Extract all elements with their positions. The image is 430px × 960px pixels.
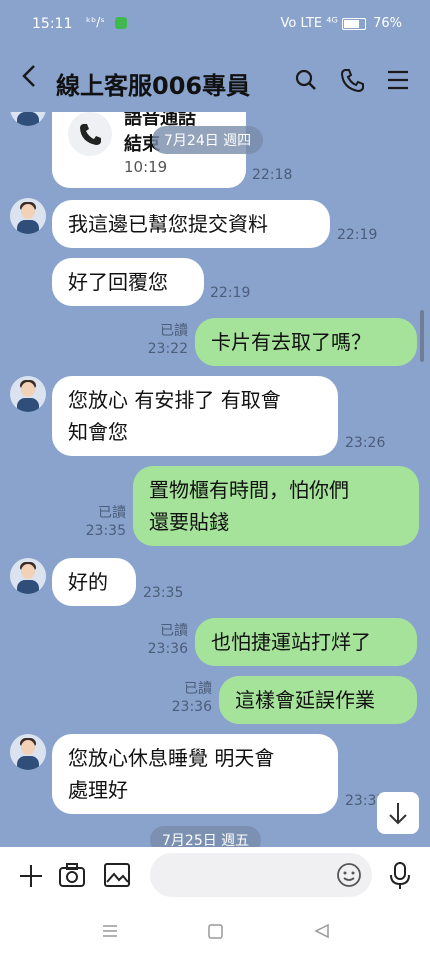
message-input[interactable] bbox=[150, 853, 372, 897]
scrollbar[interactable] bbox=[420, 310, 424, 362]
chevron-down-icon bbox=[389, 803, 407, 825]
message-time: 22:19 bbox=[337, 227, 378, 243]
avatar[interactable] bbox=[10, 198, 46, 234]
menu-icon[interactable] bbox=[384, 66, 412, 94]
network-speed-icon: ᵏᵇ/ˢ bbox=[86, 15, 105, 29]
message-line: 您放心休息睡覺 明天會 bbox=[68, 746, 275, 770]
avatar[interactable] bbox=[10, 558, 46, 594]
message-meta: 已讀 23:36 bbox=[142, 622, 188, 658]
message-time: 23:22 bbox=[147, 341, 188, 357]
plus-icon[interactable] bbox=[18, 863, 44, 893]
message-time: 23:35 bbox=[143, 585, 184, 601]
recents-icon[interactable] bbox=[102, 923, 118, 944]
message-line: 知會您 bbox=[68, 420, 128, 444]
status-time: 15:11 bbox=[32, 16, 73, 32]
home-icon[interactable] bbox=[208, 924, 224, 945]
system-nav-bar bbox=[0, 907, 430, 960]
back-chevron-icon[interactable] bbox=[20, 62, 38, 97]
scroll-down-button[interactable] bbox=[377, 792, 419, 834]
read-receipt: 已讀 bbox=[160, 623, 188, 639]
battery-icon bbox=[341, 17, 366, 30]
input-bar bbox=[0, 847, 430, 907]
message-time: 23:36 bbox=[171, 699, 212, 715]
emoji-icon[interactable] bbox=[336, 862, 362, 892]
status-bar: 15:11 ᵏᵇ/ˢ Vo LTE ⁴ᴳ 76% bbox=[0, 0, 430, 48]
avatar[interactable] bbox=[10, 112, 46, 126]
chat-header: 線上客服006專員 bbox=[0, 48, 430, 112]
message-time: 23:36 bbox=[147, 641, 188, 657]
message-line: 置物櫃有時間，怕你們 bbox=[149, 478, 349, 502]
avatar[interactable] bbox=[10, 376, 46, 412]
image-icon[interactable] bbox=[103, 862, 131, 892]
date-pill: 7月25日 週五 bbox=[150, 826, 262, 847]
message-bubble[interactable]: 您放心休息睡覺 明天會 處理好 bbox=[52, 734, 338, 814]
chat-title: 線上客服006專員 bbox=[56, 72, 251, 100]
read-receipt: 已讀 bbox=[184, 681, 212, 697]
message-bubble[interactable]: 這樣會延誤作業 bbox=[219, 676, 417, 724]
message-meta: 已讀 23:22 bbox=[142, 322, 188, 358]
message-time: 23:26 bbox=[345, 435, 386, 451]
message-bubble[interactable]: 也怕捷運站打烊了 bbox=[195, 618, 417, 666]
read-receipt: 已讀 bbox=[98, 505, 126, 521]
avatar[interactable] bbox=[10, 734, 46, 770]
message-bubble[interactable]: 卡片有去取了嗎？ bbox=[195, 318, 417, 366]
message-bubble[interactable]: 好的 bbox=[52, 558, 136, 606]
search-icon[interactable] bbox=[292, 66, 320, 94]
message-bubble[interactable]: 我這邊已幫您提交資料 bbox=[52, 200, 330, 248]
message-time: 22:18 bbox=[252, 167, 293, 183]
message-meta: 已讀 23:36 bbox=[166, 680, 212, 716]
microphone-icon[interactable] bbox=[388, 861, 412, 895]
chat-area[interactable]: 語音通話 結束 10:19 7月24日 週四 22:18 我這邊已幫您提交資料 … bbox=[0, 112, 430, 847]
message-meta: 已讀 23:35 bbox=[80, 504, 126, 540]
message-line: 您放心 有安排了 有取會 bbox=[68, 388, 281, 412]
status-right: Vo LTE ⁴ᴳ 76% bbox=[281, 16, 402, 31]
message-bubble[interactable]: 您放心 有安排了 有取會 知會您 bbox=[52, 376, 338, 456]
message-bubble[interactable]: 置物櫃有時間，怕你們 還要貼錢 bbox=[133, 466, 419, 546]
shield-icon bbox=[114, 16, 127, 29]
back-icon[interactable] bbox=[314, 923, 330, 944]
message-bubble[interactable]: 好了回覆您 bbox=[52, 258, 204, 306]
phone-icon bbox=[68, 112, 112, 156]
call-card-time: 10:19 bbox=[124, 158, 168, 176]
message-line: 還要貼錢 bbox=[149, 510, 229, 534]
message-time: 23:35 bbox=[85, 523, 126, 539]
phone-icon[interactable] bbox=[338, 66, 366, 94]
message-line: 處理好 bbox=[68, 778, 128, 802]
status-left-icons: ᵏᵇ/ˢ bbox=[86, 15, 127, 29]
message-time: 22:19 bbox=[210, 285, 251, 301]
camera-icon[interactable] bbox=[58, 862, 86, 892]
battery-level: 76% bbox=[373, 16, 402, 31]
signal-icon: Vo LTE ⁴ᴳ bbox=[280, 16, 338, 31]
read-receipt: 已讀 bbox=[160, 323, 188, 339]
date-pill: 7月24日 週四 bbox=[152, 126, 264, 154]
